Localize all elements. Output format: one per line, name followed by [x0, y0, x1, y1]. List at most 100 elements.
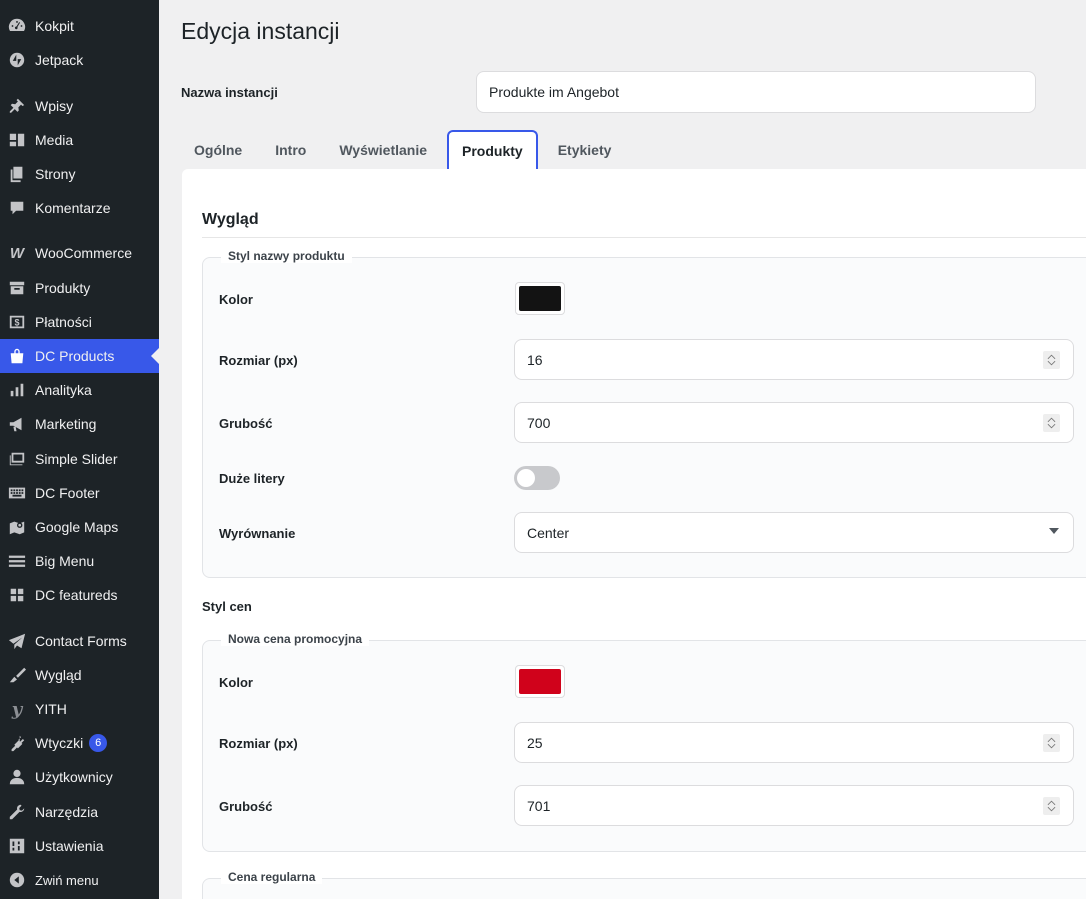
field-label: Rozmiar (px) — [219, 353, 298, 368]
bag-icon — [7, 346, 27, 366]
price-style-heading: Styl cen — [202, 599, 252, 614]
uppercase-toggle[interactable] — [514, 466, 560, 490]
field-label: Kolor — [219, 292, 253, 307]
sidebar-item-dc-footer[interactable]: DC Footer — [0, 476, 159, 510]
woocommerce-icon: W — [9, 244, 25, 262]
sidebar-item-dc-products[interactable]: DC Products — [0, 339, 159, 373]
sidebar-item-label: Produkty — [35, 280, 91, 296]
field-label: Duże litery — [219, 471, 285, 486]
sidebar-item-label: DC Products — [35, 348, 115, 364]
sidebar-item-platnosci[interactable]: $ Płatności — [0, 305, 159, 339]
sidebar-item-dc-featureds[interactable]: DC featureds — [0, 578, 159, 612]
section-title: Wygląd — [202, 211, 259, 228]
menu-icon — [7, 551, 27, 571]
grid-icon — [7, 585, 27, 605]
sidebar-item-big-menu[interactable]: Big Menu — [0, 544, 159, 578]
sidebar-item-label: DC Footer — [35, 485, 100, 501]
sidebar-item-uzytkownicy[interactable]: Użytkownicy — [0, 760, 159, 794]
section-divider — [202, 237, 1086, 238]
comment-icon — [7, 198, 27, 218]
spinner-arrows-icon[interactable] — [1043, 797, 1060, 815]
tab-wyswietlanie[interactable]: Wyświetlanie — [326, 130, 440, 170]
jetpack-icon — [7, 50, 27, 70]
tab-etykiety[interactable]: Etykiety — [545, 130, 625, 170]
sidebar-item-label: Contact Forms — [35, 633, 127, 649]
color-swatch — [519, 286, 561, 311]
payments-icon: $ — [7, 312, 27, 332]
name-weight-input[interactable]: 700 — [514, 402, 1074, 443]
name-size-input[interactable]: 16 — [514, 339, 1074, 380]
keyboard-icon — [7, 483, 27, 503]
field-label: Wyrównanie — [219, 526, 296, 541]
sidebar-item-analityka[interactable]: Analityka — [0, 373, 159, 407]
promo-color-picker[interactable] — [515, 665, 565, 698]
settings-icon — [7, 836, 27, 856]
map-icon — [7, 517, 27, 537]
bar-chart-icon — [7, 380, 27, 400]
sidebar-item-jetpack[interactable]: Jetpack — [0, 43, 159, 77]
collapse-menu-label: Zwiń menu — [35, 872, 99, 888]
sidebar-item-label: Analityka — [35, 382, 92, 398]
tab-ogolne[interactable]: Ogólne — [181, 130, 255, 170]
sidebar-item-google-maps[interactable]: Google Maps — [0, 510, 159, 544]
sidebar-item-ustawienia[interactable]: Ustawienia — [0, 829, 159, 863]
chevron-down-icon — [1049, 528, 1059, 534]
name-color-picker[interactable] — [515, 282, 565, 315]
settings-tabs: Ogólne Intro Wyświetlanie Produkty Etyki… — [181, 130, 631, 170]
sidebar-item-label: Narzędzia — [35, 804, 99, 820]
sidebar-item-media[interactable]: Media — [0, 123, 159, 157]
instance-name-label: Nazwa instancji — [181, 85, 278, 100]
wrench-icon — [7, 802, 27, 822]
sidebar-item-kokpit[interactable]: Kokpit — [0, 9, 159, 43]
select-value: Center — [527, 524, 570, 541]
svg-text:$: $ — [14, 318, 19, 328]
sidebar-item-label: Strony — [35, 166, 76, 182]
input-value: 701 — [527, 797, 551, 814]
sidebar-item-label: Marketing — [35, 416, 97, 432]
sidebar-item-label: Google Maps — [35, 519, 119, 535]
tab-produkty[interactable]: Produkty — [447, 130, 538, 170]
sidebar-item-komentarze[interactable]: Komentarze — [0, 191, 159, 225]
sidebar-item-narzedzia[interactable]: Narzędzia — [0, 795, 159, 829]
sidebar-item-label: Kokpit — [35, 18, 74, 34]
collapse-menu-button[interactable]: Zwiń menu — [0, 863, 159, 897]
sidebar-item-contact-forms[interactable]: Contact Forms — [0, 624, 159, 658]
fieldset-legend: Styl nazwy produktu — [221, 249, 352, 263]
promo-price-fieldset: Nowa cena promocyjna Kolor Rozmiar (px) … — [202, 632, 1086, 852]
tab-intro[interactable]: Intro — [262, 130, 319, 170]
archive-icon — [7, 278, 27, 298]
sidebar-item-wyglad[interactable]: Wygląd — [0, 658, 159, 692]
alignment-select[interactable]: Center — [514, 512, 1074, 553]
spinner-arrows-icon[interactable] — [1043, 351, 1060, 369]
sidebar-item-label: Wpisy — [35, 98, 74, 114]
input-value: 700 — [527, 414, 551, 431]
color-swatch — [519, 669, 561, 694]
sidebar-item-marketing[interactable]: Marketing — [0, 407, 159, 441]
sidebar-item-label: Media — [35, 132, 74, 148]
promo-weight-input[interactable]: 701 — [514, 785, 1074, 826]
sidebar-item-label: Simple Slider — [35, 451, 118, 467]
sidebar-item-label: Komentarze — [35, 200, 111, 216]
promo-size-input[interactable]: 25 — [514, 722, 1074, 763]
sidebar-item-produkty[interactable]: Produkty — [0, 271, 159, 305]
sidebar-item-wpisy[interactable]: Wpisy — [0, 89, 159, 123]
toggle-knob — [517, 469, 535, 487]
brush-icon — [7, 665, 27, 685]
spinner-arrows-icon[interactable] — [1043, 414, 1060, 432]
sidebar-item-label: Wygląd — [35, 667, 82, 683]
collapse-icon — [7, 870, 27, 890]
sidebar-item-woocommerce[interactable]: W WooCommerce — [0, 236, 159, 270]
sidebar-item-simple-slider[interactable]: Simple Slider — [0, 442, 159, 476]
input-value: 16 — [527, 351, 543, 368]
sidebar-item-yith[interactable]: y YITH — [0, 692, 159, 726]
sidebar-item-label: Big Menu — [35, 553, 95, 569]
sidebar-item-wtyczki[interactable]: Wtyczki 6 — [0, 726, 159, 760]
yith-icon: y — [11, 698, 23, 720]
update-count-badge: 6 — [89, 734, 108, 752]
sidebar-item-strony[interactable]: Strony — [0, 157, 159, 191]
mail-icon — [7, 631, 27, 651]
instance-name-input[interactable] — [476, 71, 1036, 113]
spinner-arrows-icon[interactable] — [1043, 734, 1060, 752]
megaphone-icon — [7, 414, 27, 434]
fieldset-legend: Cena regularna — [221, 870, 323, 884]
